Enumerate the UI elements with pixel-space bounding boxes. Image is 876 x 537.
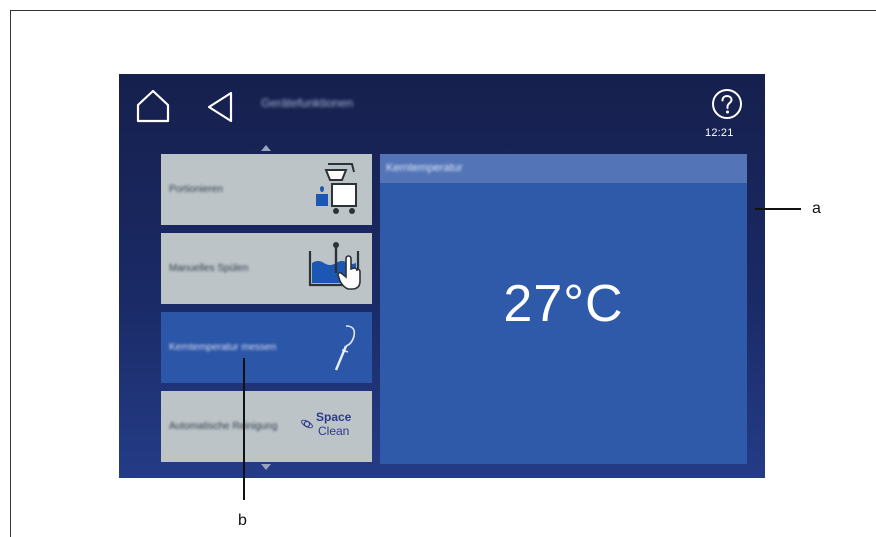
callout-line-b xyxy=(243,358,245,500)
screen-title: Gerätefunktionen xyxy=(261,96,354,110)
core-probe-icon xyxy=(334,325,356,371)
scroll-down-arrow-icon[interactable] xyxy=(261,464,271,470)
home-icon[interactable] xyxy=(135,88,171,124)
manual-rinse-icon xyxy=(308,242,361,290)
space-clean-line1: Space xyxy=(316,410,352,424)
help-icon[interactable] xyxy=(711,88,743,120)
scroll-up-arrow-icon[interactable] xyxy=(261,145,271,151)
callout-label-b: b xyxy=(238,512,247,529)
menu-item-manual-rinse[interactable]: Manuelles Spülen xyxy=(161,233,372,304)
menu-item-portioning[interactable]: Portionieren xyxy=(161,154,372,225)
device-screen: Gerätefunktionen 12:21 Portionieren Manu… xyxy=(119,74,765,478)
space-clean-logo: Space Clean xyxy=(300,409,362,443)
top-bar: Gerätefunktionen 12:21 xyxy=(119,74,765,144)
menu-item-label: Kerntemperatur messen xyxy=(169,341,277,353)
space-clean-logo-mark xyxy=(301,419,313,429)
back-icon[interactable] xyxy=(205,90,235,124)
callout-line-a xyxy=(755,208,801,210)
detail-header-label: Kerntemperatur xyxy=(386,162,463,174)
detail-header: Kerntemperatur xyxy=(380,154,747,183)
menu-item-core-temperature[interactable]: Kerntemperatur messen xyxy=(161,312,372,383)
detail-panel: Kerntemperatur 27°C xyxy=(380,154,747,464)
space-clean-line2: Clean xyxy=(318,424,350,438)
portioning-icon xyxy=(316,163,357,214)
menu-item-label: Automatische Reinigung xyxy=(169,420,278,432)
clock: 12:21 xyxy=(705,127,734,139)
temperature-value: 27°C xyxy=(503,275,624,333)
menu-item-label: Manuelles Spülen xyxy=(169,262,249,274)
callout-label-a: a xyxy=(812,200,821,217)
menu-item-label: Portionieren xyxy=(169,183,223,195)
menu-item-automatic-cleaning[interactable]: Automatische Reinigung Space Clean xyxy=(161,391,372,462)
